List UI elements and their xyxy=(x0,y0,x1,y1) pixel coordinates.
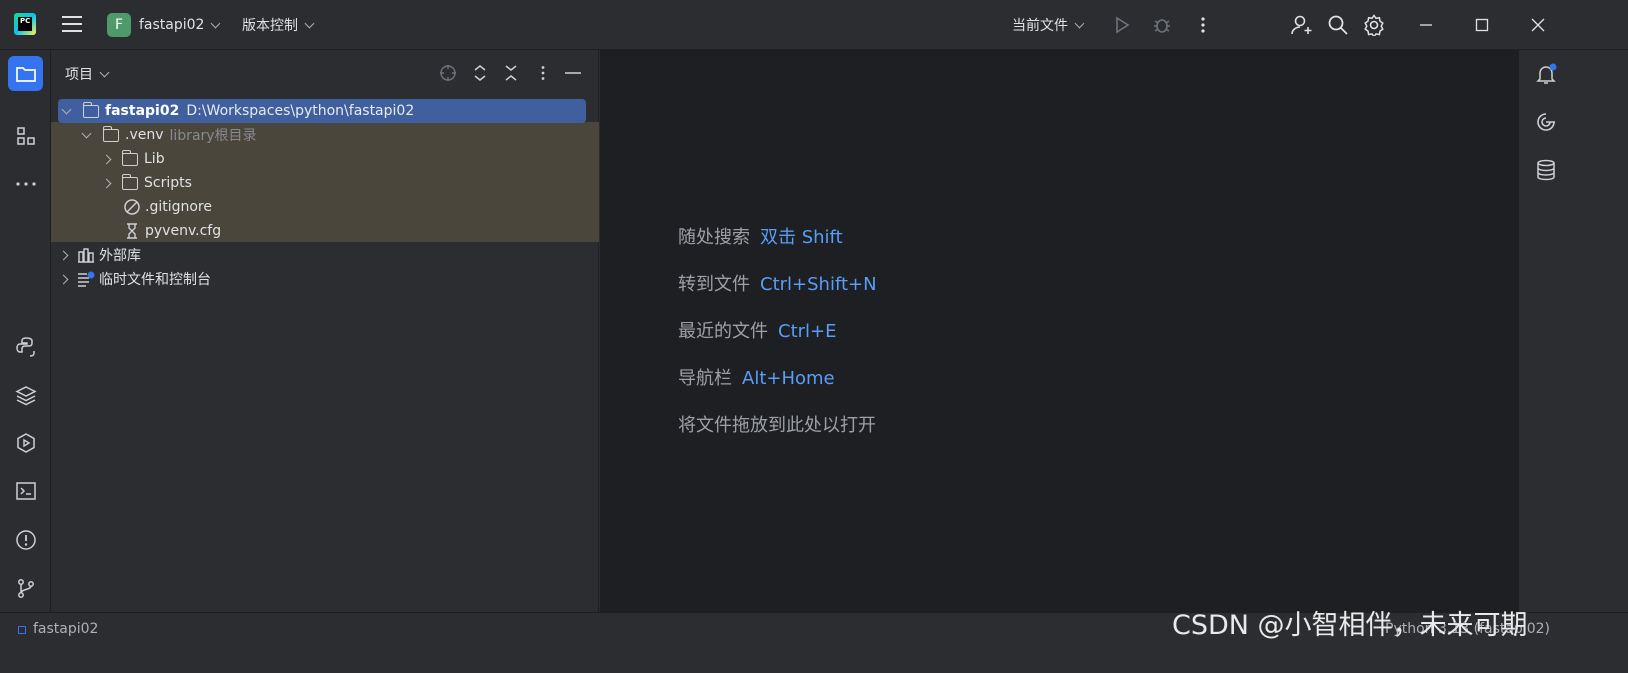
maximize-icon[interactable] xyxy=(1454,0,1510,50)
vcs-menu[interactable]: 版本控制 xyxy=(242,0,315,50)
structure-icon[interactable] xyxy=(8,118,43,153)
hint-shortcut: Alt+Home xyxy=(742,368,835,389)
hint-shortcut: 双击 Shift xyxy=(760,227,843,248)
search-icon[interactable] xyxy=(1327,0,1349,50)
folder-icon xyxy=(82,101,99,118)
settings-gear-icon[interactable] xyxy=(1363,0,1385,50)
tree-item-fastapi02[interactable]: fastapi02 D:\Workspaces\python\fastapi02 xyxy=(58,99,586,123)
hamburger-menu-icon[interactable] xyxy=(62,16,82,32)
chevron-right-icon[interactable] xyxy=(58,274,69,284)
services-icon[interactable] xyxy=(8,425,43,460)
more-vertical-icon[interactable] xyxy=(1197,0,1209,50)
tree-item-path: D:\Workspaces\python\fastapi02 xyxy=(186,103,415,119)
tree-item-label: fastapi02 xyxy=(105,103,180,119)
library-icon xyxy=(77,247,95,263)
run-config-label: 当前文件 xyxy=(1012,18,1068,34)
project-name: fastapi02 xyxy=(139,17,205,33)
chevron-down-icon xyxy=(304,18,315,28)
collapse-all-icon[interactable] xyxy=(500,62,522,84)
tree-item-gitignore[interactable]: .gitignore xyxy=(51,195,599,219)
tree-item-lib[interactable]: Lib xyxy=(51,147,599,171)
vcs-label: 版本控制 xyxy=(242,18,298,34)
tree-item-scripts[interactable]: Scripts xyxy=(51,171,599,195)
hint-label: 转到文件 xyxy=(678,274,750,295)
pycharm-logo-icon: PC xyxy=(14,13,36,35)
tree-item-label: Scripts xyxy=(144,175,192,191)
hint-label: 最近的文件 xyxy=(678,321,768,342)
project-folder-icon[interactable] xyxy=(8,56,43,91)
more-horizontal-icon[interactable] xyxy=(8,166,43,201)
title-bar: PC F fastapi02 版本控制 当前文件 xyxy=(0,0,1628,50)
add-user-icon[interactable] xyxy=(1290,0,1314,50)
tree-item-label: .venv xyxy=(125,127,164,143)
hint-shortcut: Ctrl+Shift+N xyxy=(760,274,877,295)
folder-icon xyxy=(121,149,138,166)
tree-item-external-libraries[interactable]: 外部库 xyxy=(51,243,599,267)
expand-all-icon[interactable] xyxy=(469,62,491,84)
hint-navigation-bar: 导航栏 Alt+Home xyxy=(678,364,835,390)
locate-file-icon[interactable] xyxy=(437,62,459,84)
right-tool-window-bar xyxy=(1518,50,1628,612)
hide-panel-icon[interactable] xyxy=(562,62,584,84)
hint-drop-files: 将文件拖放到此处以打开 xyxy=(678,411,876,437)
module-icon xyxy=(18,626,26,634)
project-badge: F xyxy=(107,13,131,37)
project-panel: 项目 fastapi02 D:\Workspaces\python\fastap… xyxy=(51,50,599,612)
chevron-right-icon[interactable] xyxy=(58,250,69,260)
scratches-icon xyxy=(77,271,95,287)
project-panel-title: 项目 xyxy=(65,67,93,83)
terminal-icon[interactable] xyxy=(8,473,43,508)
ai-assistant-icon[interactable] xyxy=(1531,107,1561,137)
minimize-icon[interactable] xyxy=(1398,0,1454,50)
debug-icon[interactable] xyxy=(1152,0,1172,50)
chevron-down-icon xyxy=(1074,18,1085,28)
csdn-watermark: CSDN @小智相伴，未来可期 xyxy=(1172,610,1528,641)
folder-icon xyxy=(121,173,138,190)
tree-item-label: 外部库 xyxy=(99,248,141,264)
hint-go-to-file: 转到文件 Ctrl+Shift+N xyxy=(678,270,877,296)
left-tool-window-bar xyxy=(0,50,51,612)
tree-item-venv[interactable]: .venv library根目录 xyxy=(51,123,599,147)
hint-shortcut: Ctrl+E xyxy=(778,321,837,342)
run-icon[interactable] xyxy=(1112,0,1132,50)
tree-item-pyvenv-cfg[interactable]: pyvenv.cfg xyxy=(51,219,599,243)
window-bottom-edge xyxy=(0,645,1628,673)
close-icon[interactable] xyxy=(1510,0,1566,50)
more-vertical-icon[interactable] xyxy=(532,62,554,84)
chevron-down-icon xyxy=(99,67,110,77)
tree-item-label: .gitignore xyxy=(145,199,212,215)
tree-item-label: pyvenv.cfg xyxy=(145,223,222,239)
chevron-right-icon[interactable] xyxy=(101,178,112,188)
tree-item-detail: library根目录 xyxy=(169,128,257,144)
project-view-selector[interactable]: 项目 xyxy=(65,64,110,84)
hint-label: 将文件拖放到此处以打开 xyxy=(678,415,876,436)
run-config-selector[interactable]: 当前文件 xyxy=(1012,0,1085,50)
hint-search-everywhere: 随处搜索 双击 Shift xyxy=(678,223,843,249)
tree-item-scratches[interactable]: 临时文件和控制台 xyxy=(51,267,599,291)
ignored-file-icon xyxy=(123,198,141,216)
layers-icon[interactable] xyxy=(8,377,43,412)
editor-empty-area[interactable]: 随处搜索 双击 Shift 转到文件 Ctrl+Shift+N 最近的文件 Ctrl+… xyxy=(600,50,1518,612)
status-project-name[interactable]: fastapi02 xyxy=(33,621,98,637)
config-file-icon xyxy=(124,222,140,240)
notifications-bell-icon[interactable] xyxy=(1531,59,1561,89)
git-branch-icon[interactable] xyxy=(8,570,43,605)
project-switcher[interactable]: F fastapi02 xyxy=(107,0,221,50)
folder-icon xyxy=(102,125,119,142)
hint-label: 随处搜索 xyxy=(678,227,750,248)
database-icon[interactable] xyxy=(1531,155,1561,185)
tree-item-label: Lib xyxy=(144,151,165,167)
python-console-icon[interactable] xyxy=(8,329,43,364)
problems-icon[interactable] xyxy=(8,522,43,557)
chevron-down-icon[interactable] xyxy=(81,128,92,138)
hint-label: 导航栏 xyxy=(678,368,732,389)
chevron-down-icon xyxy=(211,18,221,28)
project-panel-header: 项目 xyxy=(51,50,599,96)
tree-item-label: 临时文件和控制台 xyxy=(99,272,211,288)
chevron-right-icon[interactable] xyxy=(101,154,112,164)
hint-recent-files: 最近的文件 Ctrl+E xyxy=(678,317,836,343)
